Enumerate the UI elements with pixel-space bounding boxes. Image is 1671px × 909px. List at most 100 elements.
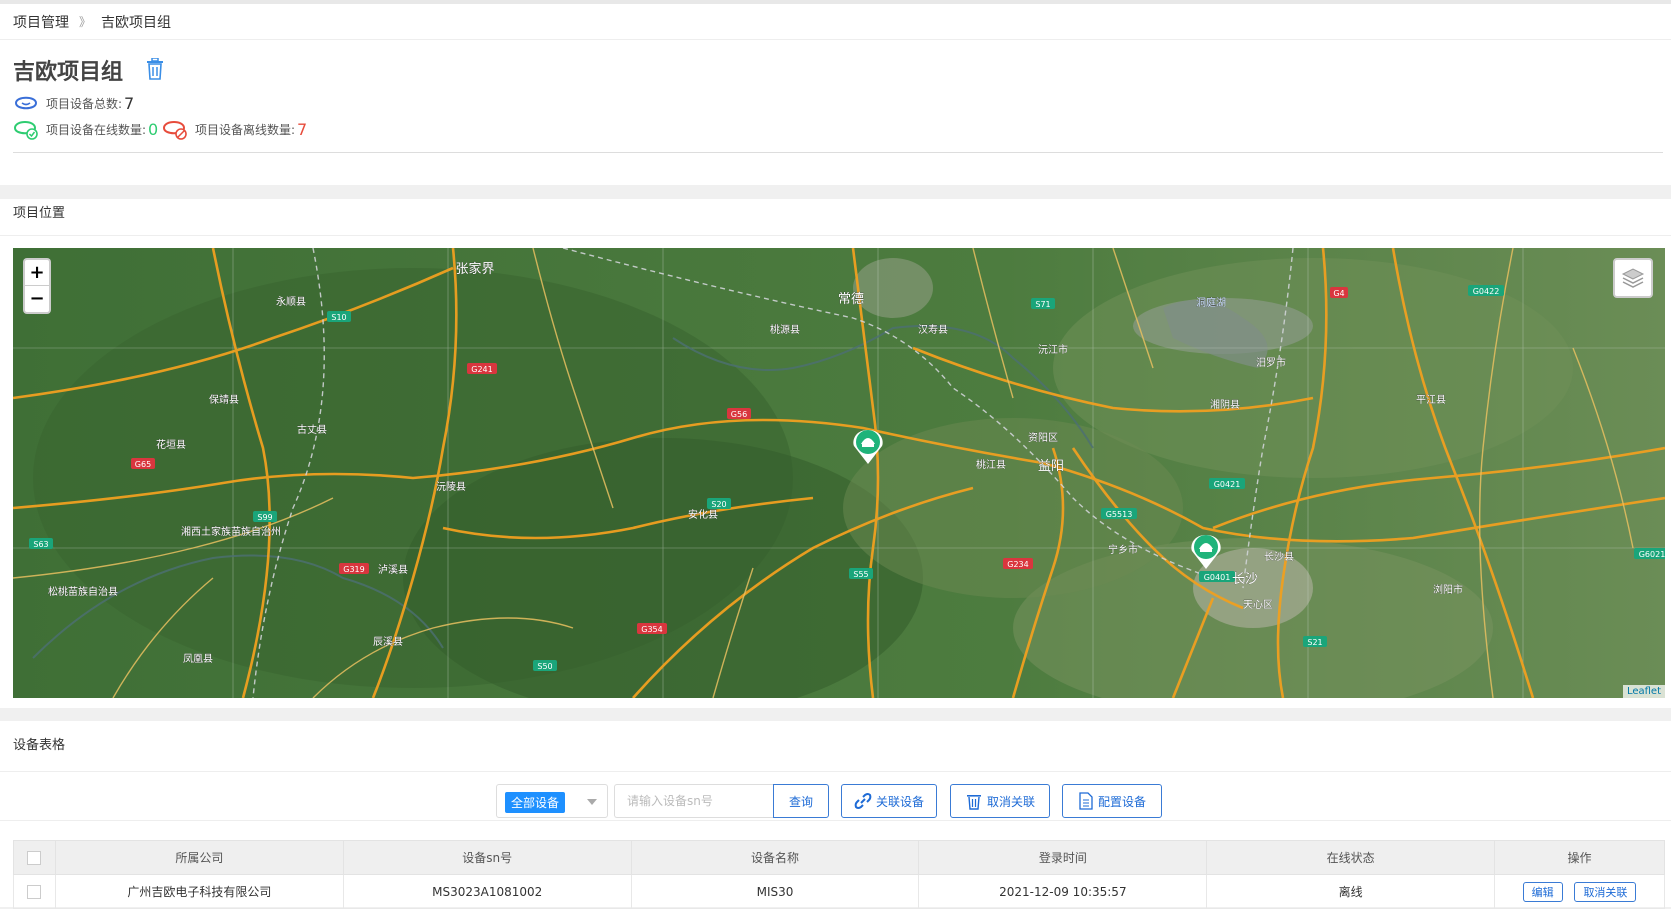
chevron-down-icon xyxy=(587,799,597,805)
device-section: 设备表格 全部设备 查询 关联设备 取消关联 xyxy=(0,721,1671,909)
table-header-row: 所属公司 设备sn号 设备名称 登录时间 在线状态 操作 xyxy=(13,840,1665,875)
svg-text:G6021: G6021 xyxy=(1639,550,1665,559)
road-shield: S55 xyxy=(849,568,873,579)
road-shield: S21 xyxy=(1303,636,1327,647)
map-place-label: 沅陵县 xyxy=(436,480,466,493)
map-place-label: 长沙 xyxy=(1232,572,1258,587)
column-name[interactable]: 设备名称 xyxy=(630,840,920,875)
document-icon xyxy=(1079,792,1093,810)
select-all-checkbox[interactable] xyxy=(27,850,42,865)
link-icon xyxy=(854,793,872,809)
map-attribution[interactable]: Leaflet xyxy=(1622,685,1665,698)
column-login-time[interactable]: 登录时间 xyxy=(918,840,1208,875)
svg-text:G65: G65 xyxy=(135,460,151,469)
config-device-button[interactable]: 配置设备 xyxy=(1062,784,1162,818)
road-shield: S99 xyxy=(253,511,277,522)
svg-text:G319: G319 xyxy=(343,565,364,574)
map-place-label: 桃源县 xyxy=(770,323,800,336)
cell-name: MIS30 xyxy=(630,874,920,909)
map-place-label: 宁乡市 xyxy=(1108,543,1138,556)
map-place-label: 桃江县 xyxy=(976,458,1006,471)
map-place-label: 永顺县 xyxy=(276,295,306,308)
map-place-label: 古丈县 xyxy=(297,423,327,436)
project-map[interactable]: S10 G241 G56 G65 S99 G319 S63 S20 G5513 S71 G4 G042… xyxy=(13,248,1665,698)
breadcrumb-separator: 》 xyxy=(79,15,92,29)
stat-online-label: 项目设备在线数量: xyxy=(46,122,147,137)
cell-sn: MS3023A1081002 xyxy=(342,874,632,909)
column-sn[interactable]: 设备sn号 xyxy=(342,840,632,875)
header-divider xyxy=(13,152,1663,153)
zoom-in-button[interactable]: + xyxy=(25,260,49,286)
map-place-label: 湘西土家族苗族自治州 xyxy=(181,525,281,538)
road-shield: S63 xyxy=(29,538,53,549)
svg-text:G56: G56 xyxy=(731,410,747,419)
road-shield: G0421 xyxy=(1209,478,1245,489)
breadcrumb: 项目管理 》 吉欧项目组 xyxy=(0,4,1671,40)
satellite-map[interactable]: S10 G241 G56 G65 S99 G319 S63 S20 G5513 S71 G4 G042… xyxy=(13,248,1665,698)
table-row: 广州吉欧电子科技有限公司 MS3023A1081002 MIS30 2021-1… xyxy=(13,874,1665,909)
device-online-icon xyxy=(13,121,38,140)
filter-selected-tag: 全部设备 xyxy=(505,792,566,813)
map-place-label: 泸溪县 xyxy=(378,564,408,576)
unlink-device-label: 取消关联 xyxy=(986,794,1035,809)
map-place-label: 平江县 xyxy=(1416,394,1446,406)
stat-offline-value: 7 xyxy=(297,119,308,139)
svg-text:G4: G4 xyxy=(1333,289,1344,298)
column-actions: 操作 xyxy=(1494,840,1665,875)
zoom-out-button[interactable]: − xyxy=(25,286,49,312)
road-shield: G354 xyxy=(637,623,667,634)
stat-total-value: 7 xyxy=(124,93,135,113)
svg-text:G0401: G0401 xyxy=(1204,573,1231,582)
map-place-label: 长沙县 xyxy=(1264,551,1294,563)
device-section-title: 设备表格 xyxy=(13,738,66,753)
road-shield: S10 xyxy=(327,311,351,322)
map-place-label: 天心区 xyxy=(1243,599,1273,611)
device-toolbar: 全部设备 查询 关联设备 取消关联 xyxy=(0,771,1671,821)
device-table: 所属公司 设备sn号 设备名称 登录时间 在线状态 操作 广州吉欧电子科技有限公… xyxy=(13,840,1665,909)
stat-online: 项目设备在线数量: 0 xyxy=(13,118,158,140)
road-shield: S71 xyxy=(1031,298,1055,309)
select-all-cell xyxy=(13,840,56,875)
page-title: 吉欧项目组 xyxy=(13,60,124,85)
link-device-button[interactable]: 关联设备 xyxy=(841,784,937,818)
map-place-label: 汉寿县 xyxy=(918,323,948,336)
breadcrumb-root[interactable]: 项目管理 xyxy=(13,12,69,32)
svg-text:G0421: G0421 xyxy=(1214,480,1241,489)
unlink-device-button[interactable]: 取消关联 xyxy=(950,784,1050,818)
svg-text:S63: S63 xyxy=(33,540,48,549)
breadcrumb-current: 吉欧项目组 xyxy=(101,14,172,31)
svg-text:S50: S50 xyxy=(537,662,552,671)
cell-company: 广州吉欧电子科技有限公司 xyxy=(54,874,344,909)
row-checkbox[interactable] xyxy=(27,884,42,899)
stat-total: 项目设备总数: 7 xyxy=(13,93,134,113)
edit-button[interactable]: 编辑 xyxy=(1522,881,1563,902)
map-place-label: 张家界 xyxy=(455,261,494,277)
delete-project-icon[interactable] xyxy=(145,58,165,80)
road-shield: G234 xyxy=(1003,558,1033,569)
column-company[interactable]: 所属公司 xyxy=(54,840,344,875)
svg-text:S21: S21 xyxy=(1307,638,1322,647)
device-filter-select[interactable]: 全部设备 xyxy=(496,784,608,818)
layers-icon xyxy=(1621,268,1645,288)
road-shield: G0401 xyxy=(1199,571,1235,582)
column-status[interactable]: 在线状态 xyxy=(1206,840,1496,875)
device-total-icon xyxy=(14,96,38,110)
map-place-label: 浏阳市 xyxy=(1433,583,1463,596)
map-place-label: 安化县 xyxy=(688,508,718,521)
road-shield: S20 xyxy=(707,498,731,509)
svg-text:S55: S55 xyxy=(853,570,868,579)
map-place-label: 汨罗市 xyxy=(1256,356,1286,369)
svg-text:G5513: G5513 xyxy=(1106,510,1133,519)
cell-login-time: 2021-12-09 10:35:57 xyxy=(918,874,1208,909)
sn-search-input[interactable] xyxy=(614,784,774,818)
map-section: 项目位置 S10 G241 G56 G65 S99 G319 S63 S20 G… xyxy=(0,199,1671,708)
map-place-label: 辰溪县 xyxy=(373,636,403,648)
query-button[interactable]: 查询 xyxy=(773,784,829,818)
layers-button[interactable] xyxy=(1613,258,1653,298)
row-unlink-button[interactable]: 取消关联 xyxy=(1574,881,1637,902)
svg-text:S20: S20 xyxy=(711,500,726,509)
map-zoom-control: + − xyxy=(23,258,51,314)
query-button-label: 查询 xyxy=(788,794,813,809)
map-place-label: 资阳区 xyxy=(1028,432,1058,444)
map-section-title: 项目位置 xyxy=(13,206,66,221)
